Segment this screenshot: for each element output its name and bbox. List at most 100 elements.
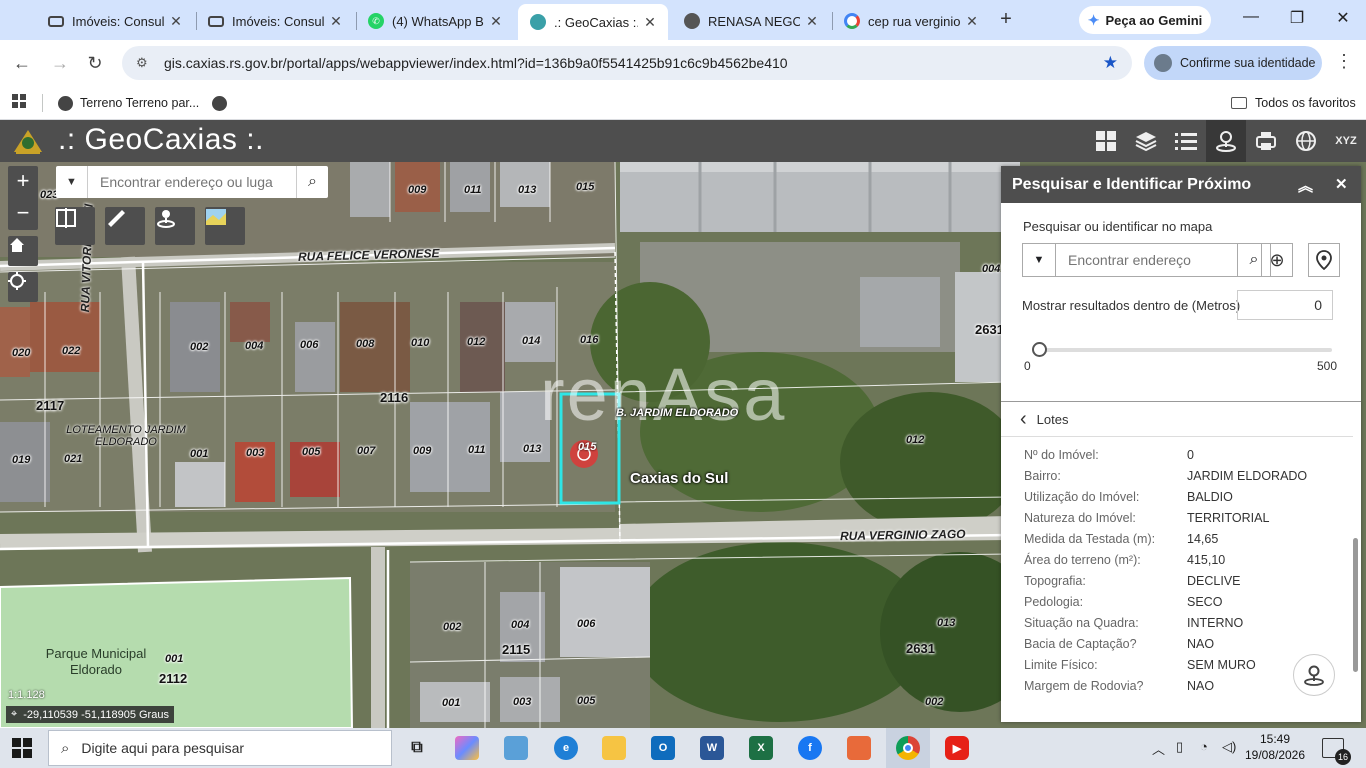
lot-label: 003 xyxy=(513,696,532,708)
paint-icon[interactable] xyxy=(847,736,871,760)
tab-imoveis-2[interactable]: Imóveis: Consult ✕ xyxy=(196,6,354,36)
panel-search-dropdown[interactable]: ▼ xyxy=(1023,244,1056,276)
map-search-input[interactable] xyxy=(88,166,296,198)
volume-icon[interactable]: ◁) xyxy=(1222,739,1236,755)
taskbar-search[interactable]: ⌕ Digite aqui para pesquisar xyxy=(48,730,392,766)
battery-icon[interactable]: ▯ xyxy=(1176,739,1183,755)
basemap-gallery-icon[interactable] xyxy=(1086,120,1126,162)
all-bookmarks[interactable]: Todos os favoritos xyxy=(1231,92,1356,114)
panel-scrollbar[interactable] xyxy=(1353,538,1358,672)
swipe-icon xyxy=(56,208,76,228)
search-nearby-icon[interactable] xyxy=(1206,120,1246,162)
panel-close-icon[interactable]: ✕ xyxy=(1335,175,1348,193)
tab-title: cep rua verginio xyxy=(868,13,960,29)
windows-taskbar: ⌕ Digite aqui para pesquisar ⧉ e O W X f… xyxy=(0,728,1366,768)
panel-search-input[interactable] xyxy=(1056,244,1237,276)
chevron-up-icon[interactable]: ︿ xyxy=(1152,739,1165,758)
swipe-tool-button[interactable] xyxy=(55,207,95,245)
bookmark-star-icon[interactable]: ★ xyxy=(1103,53,1118,73)
bookmark-terreno[interactable]: Terreno Terreno par... xyxy=(58,92,199,114)
excel-icon[interactable]: X xyxy=(749,736,773,760)
apps-grid-icon[interactable] xyxy=(12,94,26,108)
lot-label: 011 xyxy=(468,444,486,456)
forward-arrow-icon[interactable]: → xyxy=(48,51,72,75)
close-window-icon[interactable]: ✕ xyxy=(1320,8,1366,32)
reload-icon[interactable]: ↻ xyxy=(83,51,107,75)
tab-close-icon[interactable]: ✕ xyxy=(168,13,184,30)
copilot-icon[interactable] xyxy=(455,736,479,760)
task-view-icon[interactable]: ⧉ xyxy=(405,736,429,760)
quadra-label: 2116 xyxy=(380,390,409,405)
tab-whatsapp[interactable]: ✆ (4) WhatsApp Bu ✕ xyxy=(356,6,514,36)
attr-label: Natureza do Imóvel: xyxy=(1024,511,1136,525)
chrome-icon[interactable] xyxy=(896,736,920,760)
print-icon[interactable] xyxy=(1246,120,1286,162)
layers-icon[interactable] xyxy=(1126,120,1166,162)
home-button[interactable] xyxy=(8,236,38,266)
tab-close-icon[interactable]: ✕ xyxy=(964,13,980,30)
tab-close-icon[interactable]: ✕ xyxy=(642,14,658,31)
pin-location-button[interactable] xyxy=(1308,243,1340,277)
nearby-tool-button[interactable] xyxy=(155,207,195,245)
clock-time: 15:49 xyxy=(1259,732,1291,746)
radius-slider-handle[interactable] xyxy=(1032,342,1047,357)
measure-tool-button[interactable] xyxy=(105,207,145,245)
site-info-icon[interactable]: ⚙ xyxy=(136,55,152,71)
gemini-button[interactable]: ✦ Peça ao Gemini xyxy=(1079,6,1211,34)
legend-list-icon[interactable] xyxy=(1166,120,1206,162)
widgets-icon[interactable] xyxy=(504,736,528,760)
coordinate-readout: ⌖ -29,110539 -51,118905 Graus xyxy=(6,706,174,723)
restore-icon[interactable]: ❐ xyxy=(1274,8,1320,32)
facebook-icon[interactable]: f xyxy=(798,736,822,760)
outlook-icon[interactable]: O xyxy=(651,736,675,760)
bookmark-globe[interactable] xyxy=(212,92,234,114)
radius-input[interactable]: 0 xyxy=(1237,290,1333,320)
radius-label: Mostrar resultados dentro de (Metros) xyxy=(1022,298,1241,313)
identity-button[interactable]: Confirme sua identidade xyxy=(1144,46,1322,80)
tab-renasa[interactable]: RENASA NEGOC ✕ xyxy=(672,6,830,36)
identify-crosshair-button[interactable]: ⊕ xyxy=(1261,243,1293,277)
globe-tools-icon[interactable] xyxy=(1286,120,1326,162)
attr-value: 415,10 xyxy=(1187,553,1226,567)
notification-icon[interactable]: 16 xyxy=(1322,738,1351,765)
attr-label: Área do terreno (m²): xyxy=(1024,553,1141,567)
browser-menu-icon[interactable]: ⋮ xyxy=(1334,51,1354,75)
slider-min: 0 xyxy=(1024,359,1031,373)
word-icon[interactable]: W xyxy=(700,736,724,760)
zoom-in-button[interactable]: + xyxy=(8,166,38,198)
taskbar-search-placeholder: Digite aqui para pesquisar xyxy=(81,740,245,756)
xyz-coordinates-icon[interactable]: XYZ xyxy=(1326,120,1366,162)
watermark: renAsa xyxy=(540,353,787,436)
youtube-icon[interactable]: ▶ xyxy=(945,736,969,760)
my-location-button[interactable] xyxy=(8,272,38,302)
edge-icon[interactable]: e xyxy=(554,736,578,760)
tab-geocaxias[interactable]: .: GeoCaxias :. ✕ xyxy=(518,4,668,40)
tab-close-icon[interactable]: ✕ xyxy=(804,13,820,30)
system-clock[interactable]: 15:49 19/08/2026 xyxy=(1244,731,1306,763)
radius-slider-track[interactable] xyxy=(1038,348,1332,352)
new-tab-button[interactable]: + xyxy=(994,8,1018,32)
tab-close-icon[interactable]: ✕ xyxy=(328,13,344,30)
zoom-out-button[interactable]: − xyxy=(8,198,38,230)
google-icon xyxy=(844,13,860,29)
minimize-icon[interactable]: — xyxy=(1228,8,1274,32)
back-arrow-icon[interactable]: ← xyxy=(10,51,34,75)
browser-tab-bar: Imóveis: Consult ✕ Imóveis: Consult ✕ ✆ … xyxy=(0,0,1366,40)
zoom-to-feature-button[interactable] xyxy=(1293,654,1335,696)
back-to-lotes[interactable]: ‹ Lotes xyxy=(1020,408,1068,431)
windows-start-icon[interactable] xyxy=(12,738,32,758)
loteamento-label: LOTEAMENTO JARDIM ELDORADO xyxy=(66,424,186,448)
lot-label: 005 xyxy=(577,695,596,707)
lot-label: 004 xyxy=(245,340,264,352)
search-source-dropdown[interactable]: ▼ xyxy=(56,166,88,198)
basemap-toggle-button[interactable] xyxy=(205,207,245,245)
search-icon[interactable]: ⌕ xyxy=(296,166,328,198)
attr-label: Limite Físico: xyxy=(1024,658,1098,672)
collapse-chevron-icon[interactable]: ︽ xyxy=(1298,175,1313,196)
tab-google[interactable]: cep rua verginio ✕ xyxy=(832,6,990,36)
tab-imoveis-1[interactable]: Imóveis: Consult ✕ xyxy=(36,6,194,36)
omnibox[interactable]: ⚙ gis.caxias.rs.gov.br/portal/apps/webap… xyxy=(122,46,1132,80)
tab-close-icon[interactable]: ✕ xyxy=(488,13,504,30)
wifi-icon[interactable]: ◔ xyxy=(1200,739,1208,754)
file-explorer-icon[interactable] xyxy=(602,736,626,760)
